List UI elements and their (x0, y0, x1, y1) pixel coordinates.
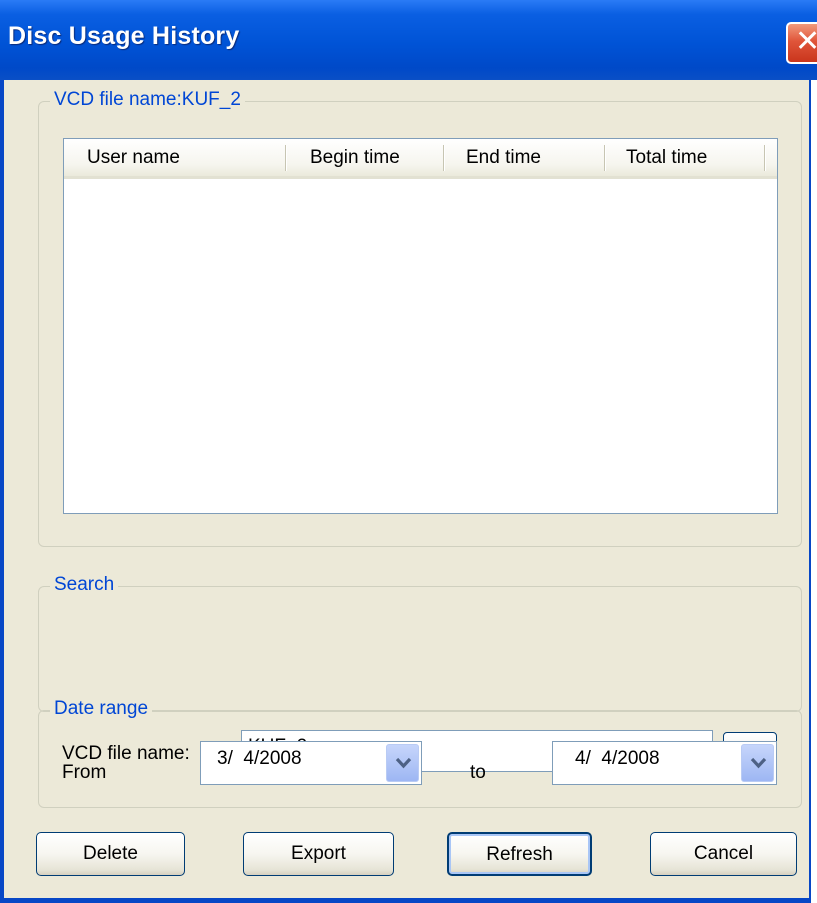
to-date-dropdown-button[interactable] (741, 744, 774, 782)
from-date-value: 3/ 4/2008 (217, 748, 302, 769)
column-divider[interactable] (764, 145, 766, 171)
list-header: User name Begin time End time Total time (64, 139, 777, 179)
column-header-end-time[interactable]: End time (466, 139, 541, 176)
chevron-down-icon (395, 757, 412, 769)
from-date-picker[interactable]: 3/ 4/2008 (200, 741, 422, 785)
from-date-dropdown-button[interactable] (386, 744, 419, 782)
chevron-down-icon (750, 757, 767, 769)
export-button[interactable]: Export (243, 832, 394, 876)
title-bar[interactable]: Disc Usage History ✕ (0, 0, 817, 80)
usage-history-list[interactable]: User name Begin time End time Total time (63, 138, 778, 514)
to-date-value: 4/ 4/2008 (575, 748, 660, 769)
close-icon: ✕ (795, 24, 817, 59)
from-label: From (62, 762, 107, 783)
close-button[interactable]: ✕ (786, 22, 817, 64)
history-group-label: VCD file name:KUF_2 (50, 89, 245, 111)
delete-button[interactable]: Delete (36, 832, 185, 876)
to-label: to (470, 762, 486, 783)
disc-usage-history-dialog: Disc Usage History ✕ VCD file name:KUF_2… (0, 0, 817, 903)
column-header-begin-time[interactable]: Begin time (310, 139, 400, 176)
search-group (38, 586, 802, 712)
window-title: Disc Usage History (8, 22, 240, 50)
window-frame-bottom (0, 898, 811, 903)
search-group-label: Search (50, 574, 119, 596)
column-header-total-time[interactable]: Total time (626, 139, 707, 176)
to-date-picker[interactable]: 4/ 4/2008 (552, 741, 777, 785)
column-divider[interactable] (443, 145, 445, 171)
column-divider[interactable] (604, 145, 606, 171)
column-header-user-name[interactable]: User name (87, 139, 180, 176)
column-divider[interactable] (285, 145, 287, 171)
cancel-button[interactable]: Cancel (650, 832, 797, 876)
date-range-group-label: Date range (50, 698, 153, 720)
refresh-button[interactable]: Refresh (447, 832, 592, 876)
